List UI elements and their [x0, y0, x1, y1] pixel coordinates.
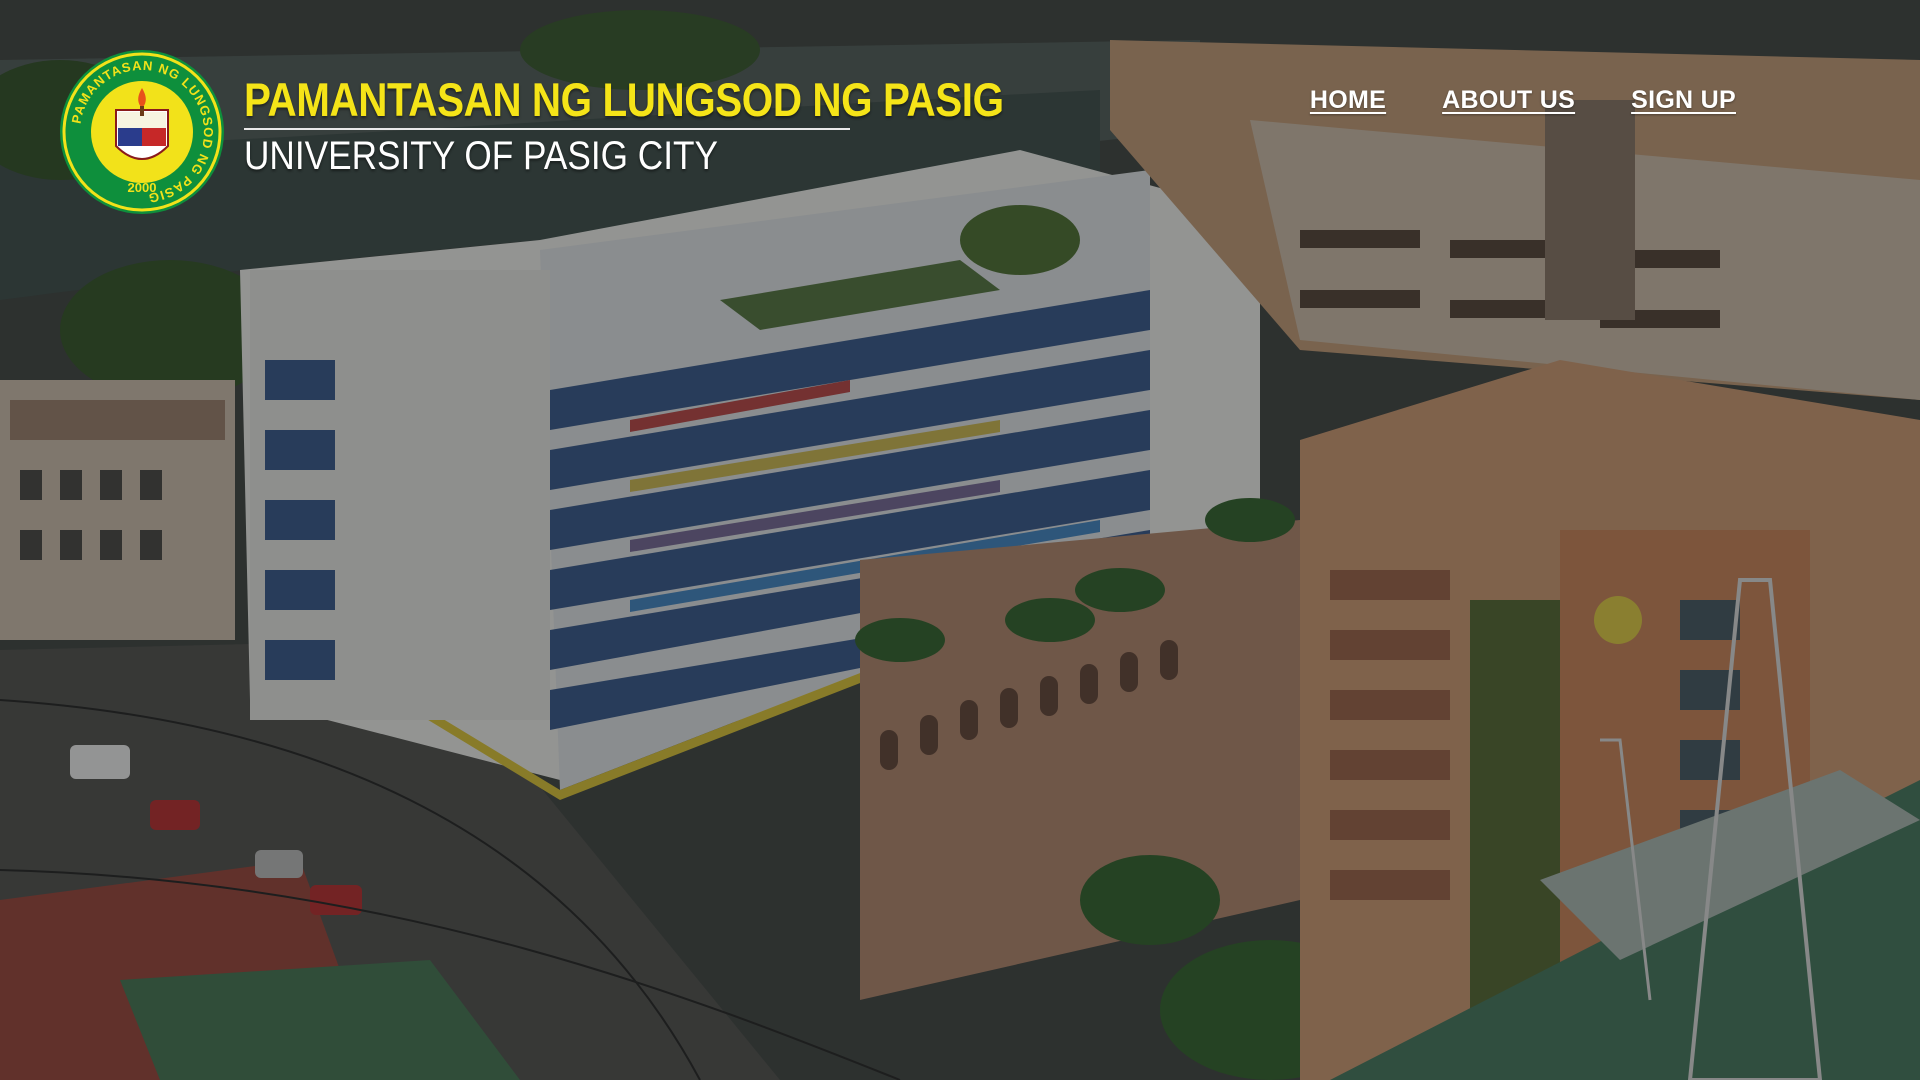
- site-header: PAMANTASAN NG LUNGSOD NG PASIG 2000 PAMA…: [0, 0, 1920, 230]
- main-nav: HOME ABOUT US SIGN UP: [1310, 86, 1736, 115]
- university-name-filipino: PAMANTASAN NG LUNGSOD NG PASIG: [244, 73, 1004, 126]
- university-name-english: UNIVERSITY OF PASIG CITY: [244, 134, 718, 178]
- university-seal-logo[interactable]: PAMANTASAN NG LUNGSOD NG PASIG 2000: [58, 48, 226, 216]
- seal-icon: PAMANTASAN NG LUNGSOD NG PASIG 2000: [60, 50, 224, 214]
- nav-link-sign-up[interactable]: SIGN UP: [1631, 86, 1736, 115]
- seal-year: 2000: [128, 180, 157, 195]
- nav-link-home[interactable]: HOME: [1310, 86, 1386, 115]
- brand-divider: [244, 128, 850, 130]
- nav-link-about-us[interactable]: ABOUT US: [1442, 86, 1575, 115]
